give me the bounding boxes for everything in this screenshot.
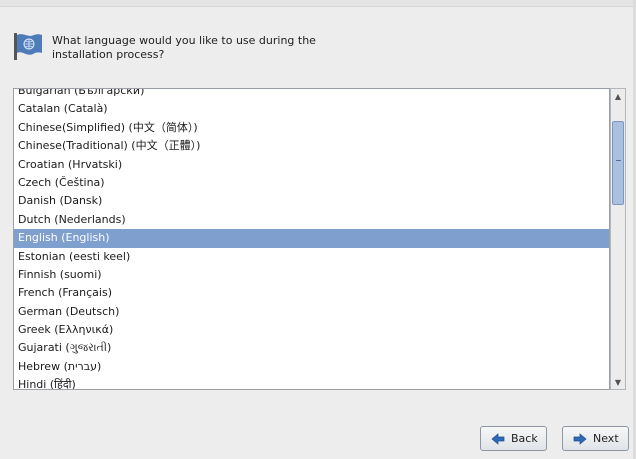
language-list-item[interactable]: Chinese(Simplified) (中文（简体）) (14, 119, 609, 137)
page-title: What language would you like to use duri… (52, 34, 316, 61)
language-list-item[interactable]: Catalan (Català) (14, 100, 609, 118)
language-list-item[interactable]: Estonian (eesti keel) (14, 248, 609, 266)
language-list-item[interactable]: Danish (Dansk) (14, 192, 609, 210)
scrollbar-thumb[interactable] (612, 121, 624, 205)
next-button[interactable]: Next (562, 426, 629, 451)
arrow-right-icon (573, 432, 587, 445)
next-button-label: Next (593, 432, 619, 445)
flag-icon (14, 33, 42, 60)
language-list-item[interactable]: Chinese(Traditional) (中文（正體）) (14, 137, 609, 155)
language-list[interactable]: Bulgarian (Български) Catalan (Català) Chi… (14, 89, 609, 389)
language-list-item[interactable]: Finnish (suomi) (14, 266, 609, 284)
language-list-item[interactable]: Bulgarian (Български) (14, 89, 609, 100)
language-listbox[interactable]: Bulgarian (Български) Catalan (Català) Chi… (13, 88, 610, 390)
language-list-item[interactable]: German (Deutsch) (14, 303, 609, 321)
language-list-item[interactable]: Dutch (Nederlands) (14, 211, 609, 229)
back-button-label: Back (511, 432, 538, 445)
language-list-item[interactable]: Hebrew (עברית) (14, 358, 609, 376)
language-list-item[interactable]: Croatian (Hrvatski) (14, 156, 609, 174)
language-list-item[interactable]: English (English) (14, 229, 609, 248)
scrollbar-grip (616, 160, 621, 161)
scroll-down-button[interactable]: ▼ (611, 375, 625, 389)
language-list-item[interactable]: French (Français) (14, 284, 609, 302)
window-top-border (0, 0, 636, 7)
vertical-scrollbar[interactable]: ▲ ▼ (610, 88, 626, 390)
scroll-up-button[interactable]: ▲ (611, 89, 625, 103)
language-list-item[interactable]: Gujarati (ગુજરાતી) (14, 339, 609, 357)
language-list-item[interactable]: Czech (Čeština) (14, 174, 609, 192)
page-header: What language would you like to use duri… (12, 30, 342, 64)
arrow-left-icon (491, 432, 505, 445)
language-list-item[interactable]: Greek (Ελληνικά) (14, 321, 609, 339)
back-button[interactable]: Back (480, 426, 547, 451)
language-list-item[interactable]: Hindi (हिंदी) (14, 376, 609, 389)
